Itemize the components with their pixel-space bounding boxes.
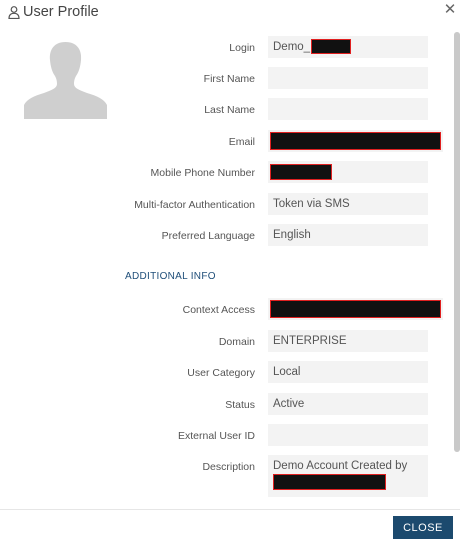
status-label: Status <box>225 399 255 411</box>
domain-field[interactable]: ENTERPRISE <box>268 330 428 352</box>
scrollbar[interactable] <box>454 32 460 452</box>
email-field[interactable] <box>268 130 443 152</box>
last-name-label: Last Name <box>204 104 255 116</box>
additional-info-heading: ADDITIONAL INFO <box>125 271 216 282</box>
preferred-language-label: Preferred Language <box>161 230 255 242</box>
dialog-title: User Profile <box>23 4 99 20</box>
description-label: Description <box>202 461 255 473</box>
status-field[interactable]: Active <box>268 393 428 415</box>
dialog-footer: CLOSE <box>0 509 460 543</box>
scrollbar-thumb[interactable] <box>454 32 460 452</box>
email-label: Email <box>228 136 255 148</box>
last-name-field[interactable] <box>268 98 428 120</box>
external-user-id-field[interactable] <box>268 424 428 446</box>
first-name-field[interactable] <box>268 67 428 89</box>
user-icon <box>8 6 20 19</box>
close-button[interactable]: CLOSE <box>393 516 453 539</box>
preferred-language-field[interactable]: English <box>268 224 428 246</box>
description-field[interactable]: Demo Account Created by <box>268 455 428 497</box>
user-category-label: User Category <box>187 367 255 379</box>
context-access-field[interactable] <box>268 298 443 320</box>
redacted-block <box>311 39 352 55</box>
login-value: Demo_ <box>273 41 311 53</box>
login-field[interactable]: Demo_ <box>268 36 428 58</box>
mfa-field[interactable]: Token via SMS <box>268 193 428 215</box>
close-icon[interactable]: ✕ <box>443 2 457 17</box>
domain-label: Domain <box>218 336 255 348</box>
context-access-label: Context Access <box>182 304 255 316</box>
mobile-phone-label: Mobile Phone Number <box>150 167 255 179</box>
login-label: Login <box>229 42 255 54</box>
first-name-label: First Name <box>203 73 255 85</box>
redacted-block <box>270 299 441 318</box>
user-category-field[interactable]: Local <box>268 361 428 383</box>
mfa-label: Multi-factor Authentication <box>134 199 255 211</box>
external-user-id-label: External User ID <box>177 430 255 442</box>
description-value: Demo Account Created by <box>273 460 408 472</box>
redacted-block <box>270 163 332 180</box>
dialog-header: User Profile ✕ <box>0 0 460 28</box>
redacted-block <box>273 474 386 490</box>
mobile-phone-field[interactable] <box>268 161 428 183</box>
user-profile-dialog: User Profile ✕ Login Demo_ First Name La… <box>0 0 460 543</box>
redacted-block <box>270 131 441 150</box>
